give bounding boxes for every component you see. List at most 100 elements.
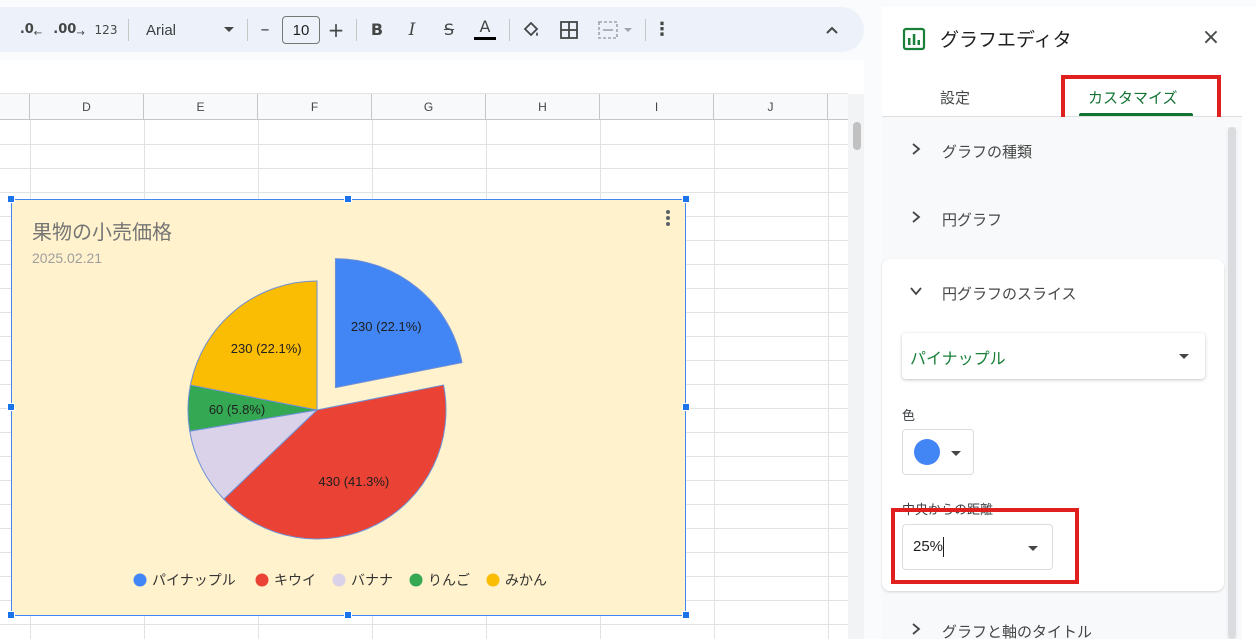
legend-label: キウイ	[274, 573, 316, 589]
chart-icon	[902, 27, 926, 51]
plus-icon: +	[327, 17, 345, 42]
column-header[interactable]: D	[30, 94, 144, 120]
tab-setup[interactable]: 設定	[940, 87, 970, 108]
italic-button[interactable]: I	[401, 7, 423, 52]
section-label: 円グラフのスライス	[942, 284, 1077, 303]
strikethrough-button[interactable]: S	[437, 7, 461, 52]
increase-font-size-button[interactable]: +	[325, 7, 347, 52]
number-format-label: 123	[94, 22, 118, 37]
vertical-scrollbar[interactable]	[848, 94, 864, 639]
resize-handle[interactable]	[682, 403, 690, 411]
legend-marker	[486, 573, 500, 587]
more-vert-icon: ⋮	[653, 19, 671, 40]
legend-marker	[255, 573, 269, 587]
scrollbar-thumb[interactable]	[1228, 127, 1236, 639]
slice-data-label: 230 (22.1%)	[351, 319, 422, 334]
formula-bar[interactable]	[0, 60, 848, 94]
resize-handle[interactable]	[344, 611, 352, 619]
font-family-value: Arial	[146, 21, 177, 39]
chevron-down-icon	[224, 27, 234, 32]
resize-handle[interactable]	[7, 611, 15, 619]
more-options-button[interactable]: ⋮	[650, 7, 674, 52]
legend-marker	[409, 573, 423, 587]
text-color-button[interactable]: A	[472, 7, 498, 52]
resize-handle[interactable]	[682, 195, 690, 203]
section-chart-type[interactable]: グラフの種類	[882, 117, 1224, 185]
section-label: 円グラフ	[942, 210, 1003, 229]
column-header[interactable]: G	[372, 94, 486, 120]
italic-icon: I	[408, 19, 416, 40]
chevron-right-icon	[912, 623, 921, 635]
chevron-down-icon	[624, 27, 632, 32]
slice-color-picker[interactable]	[902, 429, 974, 475]
panel-body: グラフの種類 円グラフ 円グラフのスライス パイナップル 色 中央からの距離 2…	[882, 117, 1242, 639]
resize-handle[interactable]	[7, 195, 15, 203]
pie-chart[interactable]: 果物の小売価格 2025.02.21 230 (22.1%) 430 (41.3%…	[11, 199, 686, 616]
minus-icon: –	[260, 19, 270, 40]
slice-data-label: 230 (22.1%)	[231, 341, 302, 356]
legend-label: りんご	[428, 573, 470, 589]
panel-scrollbar[interactable]	[1226, 127, 1238, 639]
grid-line	[828, 120, 829, 639]
increase-decimal-button[interactable]: .00 →	[53, 7, 84, 52]
font-family-select[interactable]: Arial	[138, 16, 242, 44]
decrease-font-size-button[interactable]: –	[254, 7, 276, 52]
section-pie-slice[interactable]: 円グラフのスライス	[882, 259, 1224, 327]
column-header[interactable]: H	[486, 94, 600, 120]
strikethrough-icon: S	[443, 20, 455, 39]
number-format-button[interactable]: 123	[92, 7, 120, 52]
section-pie-chart[interactable]: 円グラフ	[882, 185, 1224, 253]
column-header-row: DEFGHIJ	[0, 94, 848, 120]
app-root: .0 ← .00 → 123 Arial – 10 + B I S A ⋮ D …	[0, 0, 1256, 639]
resize-handle[interactable]	[682, 611, 690, 619]
section-titles[interactable]: グラフと軸のタイトル	[882, 597, 1224, 639]
column-header[interactable]: F	[258, 94, 372, 120]
color-swatch	[914, 439, 940, 465]
grid-line	[0, 168, 848, 169]
chevron-up-icon	[826, 26, 838, 34]
decrease-decimal-button[interactable]: .0 ←	[16, 7, 46, 52]
formatting-toolbar: .0 ← .00 → 123 Arial – 10 + B I S A ⋮	[0, 7, 864, 52]
slice-data-label: 60 (5.8%)	[209, 402, 265, 417]
chevron-down-icon	[910, 287, 922, 296]
bold-button[interactable]: B	[366, 7, 388, 52]
highlight-box-distance	[891, 508, 1079, 584]
resize-handle[interactable]	[344, 195, 352, 203]
decrease-decimal-label: .0	[19, 22, 34, 37]
merge-cells-icon	[598, 20, 618, 39]
column-header-partial[interactable]	[0, 94, 30, 120]
increase-decimal-label: .00	[53, 22, 77, 37]
borders-icon	[560, 20, 578, 39]
text-color-icon: A	[479, 17, 491, 36]
grid-line	[0, 144, 848, 145]
legend-label: みかん	[505, 573, 547, 589]
font-size-value: 10	[292, 21, 310, 39]
slice-data-label: 430 (41.3%)	[318, 474, 389, 489]
slice-select[interactable]: パイナップル	[902, 333, 1205, 379]
legend-label: パイナップル	[152, 573, 236, 589]
font-size-input[interactable]: 10	[282, 16, 320, 44]
legend-marker	[133, 573, 147, 587]
legend-label: バナナ	[351, 573, 393, 589]
panel-header: グラフエディタ ×	[882, 7, 1242, 69]
column-header[interactable]: E	[144, 94, 258, 120]
merge-cells-button[interactable]	[592, 7, 638, 52]
slice-select-value: パイナップル	[910, 349, 1006, 368]
borders-button[interactable]	[556, 7, 582, 52]
collapse-menu-button[interactable]	[820, 7, 844, 52]
grid-line	[0, 624, 848, 625]
column-header[interactable]: J	[714, 94, 828, 120]
toolbar-divider	[509, 19, 510, 41]
close-icon[interactable]: ×	[1200, 27, 1222, 49]
scrollbar-thumb[interactable]	[853, 122, 861, 150]
column-header[interactable]: I	[600, 94, 714, 120]
section-pie-slice-expanded: 円グラフのスライス パイナップル 色 中央からの距離 25%	[882, 259, 1224, 591]
toolbar-divider	[356, 19, 357, 41]
pie-chart-svg: 230 (22.1%) 430 (41.3%) 60 (5.8%) 230 (22.1…	[133, 258, 547, 589]
chevron-down-icon	[951, 451, 961, 456]
fill-color-button[interactable]	[518, 7, 544, 52]
section-label: グラフの種類	[942, 142, 1033, 161]
resize-handle[interactable]	[7, 403, 15, 411]
toolbar-divider	[128, 19, 129, 41]
chevron-right-icon	[912, 143, 921, 155]
